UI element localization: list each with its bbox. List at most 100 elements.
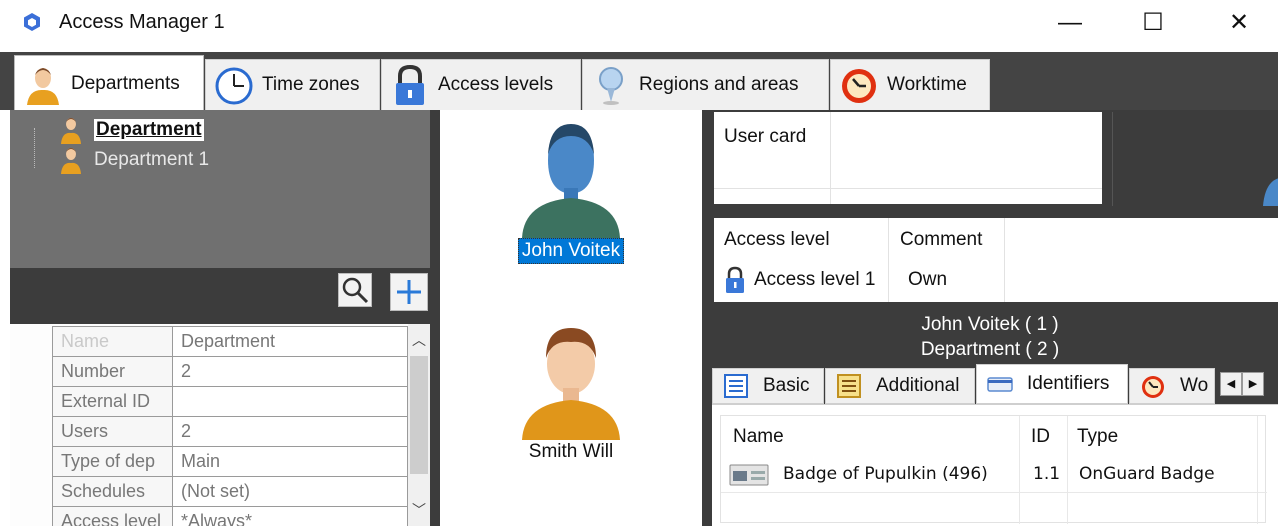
tab-label: Time zones	[262, 74, 360, 95]
properties-grid: Name Department Number 2 External ID Users…	[52, 326, 408, 526]
property-value[interactable]: Main	[172, 446, 408, 477]
tree-item-label: Department	[94, 119, 204, 141]
user-item-john-voitek[interactable]: John Voitek	[440, 120, 702, 264]
property-value[interactable]: (Not set)	[172, 476, 408, 507]
column-header-comment[interactable]: Comment	[900, 229, 982, 251]
property-value[interactable]	[172, 386, 408, 417]
user-list: John Voitek Smith Will	[440, 110, 702, 526]
property-row[interactable]: Users 2	[52, 416, 408, 447]
property-value[interactable]: Department	[172, 326, 408, 357]
user-name-label: Smith Will	[528, 441, 614, 462]
property-name: Number	[52, 356, 173, 387]
minimize-icon: —	[1058, 9, 1082, 36]
clock-icon	[215, 67, 253, 105]
close-icon: ✕	[1228, 9, 1250, 36]
user-item-smith-will[interactable]: Smith Will	[440, 322, 702, 464]
property-value[interactable]: 2	[172, 416, 408, 447]
property-row[interactable]: External ID	[52, 386, 408, 417]
property-row[interactable]: Type of dep Main	[52, 446, 408, 477]
title-bar: Access Manager 1 — ☐ ✕	[0, 0, 1278, 52]
person-icon	[27, 67, 59, 105]
tab-label: Basic	[763, 375, 810, 396]
detail-tab-bar: Basic Additional Identifiers Wo ◀ ▶	[712, 364, 1264, 404]
alarm-clock-icon	[842, 69, 876, 103]
tab-time-zones[interactable]: Time zones	[205, 59, 380, 110]
chevron-down-icon[interactable]: ﹀	[408, 500, 430, 520]
plus-icon	[397, 280, 421, 304]
properties-scrollbar[interactable]: ︿ ﹀	[408, 324, 430, 526]
property-value[interactable]: 2	[172, 356, 408, 387]
add-button[interactable]	[390, 273, 428, 311]
search-button[interactable]	[338, 273, 372, 307]
app-logo-icon	[24, 13, 40, 31]
tab-regions-and-areas[interactable]: Regions and areas	[582, 59, 829, 110]
tree-item-label: Department 1	[94, 149, 210, 170]
access-level-row[interactable]: Access level 1 Own	[724, 266, 947, 294]
tab-access-levels[interactable]: Access levels	[381, 59, 581, 110]
user-avatar-icon	[522, 124, 620, 238]
tab-label: Wo	[1180, 375, 1209, 396]
panel-splitter[interactable]	[430, 110, 440, 526]
card-icon	[987, 377, 1013, 392]
tree-item-department[interactable]: Department	[60, 116, 204, 144]
identifier-id: 1.1	[1033, 464, 1061, 484]
access-level-name: Access level 1	[754, 269, 876, 290]
tab-worktime[interactable]: Worktime	[830, 59, 990, 110]
tab-label: Worktime	[887, 74, 967, 95]
user-details-panel: User card Access level Comment Access le…	[702, 110, 1278, 526]
person-icon	[61, 118, 81, 144]
column-header-name[interactable]: Name	[733, 426, 784, 448]
scrollbar-thumb[interactable]	[410, 356, 428, 474]
maximize-button[interactable]: ☐	[1133, 8, 1173, 38]
property-name: Users	[52, 416, 173, 447]
user-card-label: User card	[724, 126, 807, 147]
search-icon	[342, 277, 369, 304]
tab-departments[interactable]: Departments	[14, 55, 204, 111]
user-name-label: John Voitek	[517, 238, 625, 264]
property-name: Schedules	[52, 476, 173, 507]
identifier-type: OnGuard Badge	[1079, 464, 1215, 484]
property-row[interactable]: Access level *Always*	[52, 506, 408, 526]
list-icon	[837, 374, 861, 398]
scroll-left-button[interactable]: ◀	[1220, 372, 1242, 396]
tree-item-department-1[interactable]: Department 1	[60, 146, 209, 174]
user-avatar-icon	[522, 328, 620, 440]
badge-icon	[729, 464, 769, 486]
user-photo-area	[1112, 112, 1278, 206]
scroll-right-button[interactable]: ▶	[1242, 372, 1264, 396]
property-name: Access level	[52, 506, 173, 526]
column-header-access-level[interactable]: Access level	[724, 229, 830, 251]
tab-label: Regions and areas	[639, 74, 799, 95]
window-title: Access Manager 1	[59, 11, 225, 33]
grid-divider	[721, 492, 1267, 493]
selection-summary: John Voitek ( 1 ) Department ( 2 )	[702, 312, 1278, 362]
minimize-button[interactable]: —	[1050, 8, 1090, 38]
property-name: External ID	[52, 386, 173, 417]
chevron-up-icon[interactable]: ︿	[408, 330, 430, 350]
summary-department: Department ( 2 )	[920, 339, 1060, 360]
close-button[interactable]: ✕	[1219, 8, 1259, 38]
property-value[interactable]: *Always*	[172, 506, 408, 526]
grid-divider	[1004, 218, 1005, 302]
column-header-type[interactable]: Type	[1077, 426, 1118, 448]
property-row[interactable]: Number 2	[52, 356, 408, 387]
tab-additional[interactable]: Additional	[825, 368, 975, 404]
tab-identifiers[interactable]: Identifiers	[976, 364, 1128, 404]
property-row[interactable]: Schedules (Not set)	[52, 476, 408, 507]
property-name: Type of dep	[52, 446, 173, 477]
identifiers-panel: Name ID Type Badge of Pupulkin (496) 1.1…	[712, 404, 1278, 526]
department-tree: Department Department 1	[10, 110, 430, 268]
tab-worktime[interactable]: Wo	[1129, 368, 1215, 404]
identifier-row[interactable]: Badge of Pupulkin (496) 1.1 OnGuard Badg…	[729, 460, 1249, 490]
property-name: Name	[52, 326, 173, 357]
user-card-grid: User card	[714, 112, 1102, 204]
tab-scroll-buttons: ◀ ▶	[1220, 372, 1264, 396]
tab-basic[interactable]: Basic	[712, 368, 824, 404]
identifier-name: Badge of Pupulkin (496)	[783, 464, 988, 484]
person-icon	[61, 148, 81, 174]
tree-connector	[34, 128, 35, 168]
column-header-id[interactable]: ID	[1031, 426, 1050, 448]
property-row[interactable]: Name Department	[52, 326, 408, 357]
maximize-icon: ☐	[1142, 9, 1164, 36]
summary-user: John Voitek ( 1 )	[921, 314, 1059, 335]
